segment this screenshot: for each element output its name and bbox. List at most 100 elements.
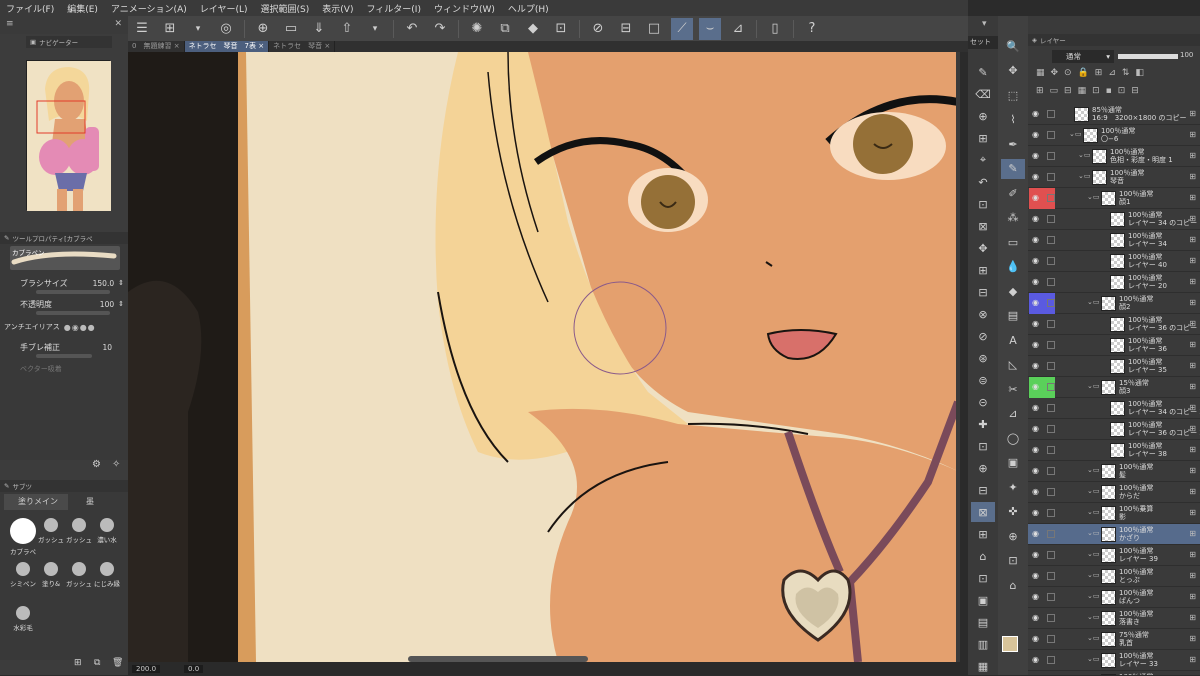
layer-row[interactable]: ◉ ⌄▭ 100％通常 琴音 ⊞ bbox=[1028, 167, 1200, 188]
canvas[interactable] bbox=[128, 52, 960, 662]
layer-row[interactable]: ◉ ⌄▭ 100％通常 顔1 ⊞ bbox=[1028, 188, 1200, 209]
blend-mode-select[interactable]: 通常 ▾ bbox=[1052, 50, 1114, 63]
operation-icon[interactable]: ✜ bbox=[1001, 502, 1025, 522]
quick-access-icon[interactable]: ⊡ bbox=[971, 194, 995, 214]
brush-preset[interactable]: ガッシュ bbox=[64, 560, 94, 596]
quick-access-icon[interactable]: ▣ bbox=[971, 590, 995, 610]
open-folder-icon[interactable]: ▭ bbox=[280, 18, 302, 40]
quick-access-icon[interactable]: ⊠ bbox=[971, 502, 995, 522]
layer-property-icon[interactable]: ⊞ bbox=[1189, 277, 1196, 286]
layer-lock-box[interactable] bbox=[1047, 383, 1055, 391]
quick-access-icon[interactable]: ⊕ bbox=[971, 106, 995, 126]
chevron-down-icon[interactable]: ▾ bbox=[982, 19, 987, 29]
layer-row[interactable]: ◉ 100％通常 レイヤー 36 のコピー ⊞ bbox=[1028, 314, 1200, 335]
folder-icon[interactable]: ⌄▭ bbox=[1078, 151, 1090, 159]
menu-item[interactable]: 選択範囲(S) bbox=[261, 2, 310, 15]
layer-property-icon[interactable]: ⊞ bbox=[1189, 214, 1196, 223]
quick-access-icon[interactable]: ▦ bbox=[971, 656, 995, 676]
layer-lock-box[interactable] bbox=[1047, 446, 1055, 454]
selection-icon[interactable]: ⬚ bbox=[1001, 85, 1025, 105]
layer-lock-box[interactable] bbox=[1047, 593, 1055, 601]
transform-icon[interactable]: ⊡ bbox=[550, 18, 572, 40]
visibility-eye-icon[interactable]: ◉ bbox=[1032, 257, 1042, 265]
eyedropper-icon[interactable]: ✦ bbox=[1001, 477, 1025, 497]
crop-icon[interactable]: ⊟ bbox=[615, 18, 637, 40]
layer-lock-box[interactable] bbox=[1047, 467, 1055, 475]
folder-icon[interactable]: ⌄▭ bbox=[1087, 487, 1099, 495]
gradient-icon[interactable]: ▤ bbox=[1001, 306, 1025, 326]
move-layer-icon[interactable]: ⊕ bbox=[1001, 526, 1025, 546]
layer-row[interactable]: ◉ 100％通常 レイヤー 35 ⊞ bbox=[1028, 356, 1200, 377]
quick-access-icon[interactable]: ⊞ bbox=[971, 260, 995, 280]
quick-access-icon[interactable]: ⊝ bbox=[971, 392, 995, 412]
layer-property-icon[interactable]: ⊞ bbox=[1189, 319, 1196, 328]
zoom-icon[interactable]: 🔍 bbox=[1001, 36, 1025, 56]
layer-row[interactable]: ◉ 100％通常 レイヤー 34 のコピー ⊞ bbox=[1028, 209, 1200, 230]
antialias-row[interactable]: アンチエイリアス ●◉●● bbox=[4, 318, 124, 336]
folder-icon[interactable]: ⌄▭ bbox=[1087, 193, 1099, 201]
quick-access-icon[interactable]: ⊟ bbox=[971, 282, 995, 302]
pencil-icon[interactable]: ✎ bbox=[1001, 158, 1025, 179]
visibility-eye-icon[interactable]: ◉ bbox=[1032, 467, 1042, 475]
navigator-thumbnail[interactable] bbox=[26, 60, 111, 211]
fill-icon[interactable]: ◆ bbox=[522, 18, 544, 40]
new-canvas-icon[interactable]: ⊞ bbox=[159, 18, 181, 40]
new-file-icon[interactable]: ⊕ bbox=[252, 18, 274, 40]
quick-access-icon[interactable]: ⊞ bbox=[971, 128, 995, 148]
copy-icon[interactable]: ⧉ bbox=[494, 18, 516, 40]
layer-property-icon[interactable]: ⊞ bbox=[1189, 466, 1196, 475]
layer-row[interactable]: ◉ ⌄▭ 100％乗算影 ⊞ bbox=[1028, 503, 1200, 524]
menu-item[interactable]: 表示(V) bbox=[322, 2, 353, 15]
snap-ruler-icon[interactable]: ⟋ bbox=[671, 17, 693, 40]
layer-row[interactable]: ◉ ⌄▭ 100％通常 色相・彩度・明度 1 ⊞ bbox=[1028, 146, 1200, 167]
quick-access-icon[interactable]: ✚ bbox=[971, 414, 995, 434]
brush-preset[interactable]: 水彩毛 bbox=[8, 604, 38, 640]
layer-property-icon[interactable]: ⊞ bbox=[1189, 151, 1196, 160]
balloon-icon[interactable]: ◯ bbox=[1001, 428, 1025, 448]
figure-icon[interactable]: ⊿ bbox=[1001, 404, 1025, 424]
visibility-eye-icon[interactable]: ◉ bbox=[1032, 110, 1042, 118]
stabilization-slider[interactable] bbox=[36, 354, 92, 358]
quick-access-icon[interactable]: ▤ bbox=[971, 612, 995, 632]
visibility-eye-icon[interactable]: ◉ bbox=[1032, 362, 1042, 370]
layer-property-icon[interactable]: ⊞ bbox=[1189, 361, 1196, 370]
layer-property-icon[interactable]: ⊞ bbox=[1189, 298, 1196, 307]
layer-lock-box[interactable] bbox=[1047, 635, 1055, 643]
folder-icon[interactable]: ⌄▭ bbox=[1087, 613, 1099, 621]
folder-icon[interactable]: ⌄▭ bbox=[1087, 655, 1099, 663]
layer-lock-box[interactable] bbox=[1047, 404, 1055, 412]
folder-icon[interactable]: ⌄▭ bbox=[1087, 298, 1099, 306]
layer-property-icon[interactable]: ⊞ bbox=[1189, 109, 1196, 118]
layer-row[interactable]: ◉ ⌄▭ 15％通常 顔3 ⊞ bbox=[1028, 377, 1200, 398]
quick-access-icon[interactable]: ✎ bbox=[971, 62, 995, 82]
layer-property-icon[interactable]: ⊞ bbox=[1189, 340, 1196, 349]
quick-access-icon[interactable]: ⊡ bbox=[971, 568, 995, 588]
folder-icon[interactable]: ⌄▭ bbox=[1069, 130, 1081, 138]
visibility-eye-icon[interactable]: ◉ bbox=[1032, 173, 1042, 181]
folder-icon[interactable]: ⌄▭ bbox=[1087, 529, 1099, 537]
layer-lock-box[interactable] bbox=[1047, 173, 1055, 181]
layer-row[interactable]: ◉ ⌄▭ 100％通常 レイヤー 33 ⊞ bbox=[1028, 650, 1200, 671]
menu-item[interactable]: ファイル(F) bbox=[6, 2, 54, 15]
layer-lock-box[interactable] bbox=[1047, 236, 1055, 244]
menu-item[interactable]: レイヤー(L) bbox=[200, 2, 248, 15]
layer-row[interactable]: ◉ 100％通常 レイヤー 34 のコピー 2 ⊞ bbox=[1028, 398, 1200, 419]
layer-opacity-value[interactable]: 100 bbox=[1180, 51, 1193, 59]
folder-icon[interactable]: ⌄▭ bbox=[1087, 634, 1099, 642]
layer-row[interactable]: ◉ 85％通常 16:9 3200×1800 のコピー ⊞ bbox=[1028, 104, 1200, 125]
fill-icon[interactable]: ◆ bbox=[1001, 281, 1025, 301]
layer-lock-box[interactable] bbox=[1047, 341, 1055, 349]
visibility-eye-icon[interactable]: ◉ bbox=[1032, 236, 1042, 244]
wrench-icon[interactable]: ✧ bbox=[112, 459, 120, 470]
layer-lock-box[interactable] bbox=[1047, 488, 1055, 496]
frame-icon[interactable]: ◺ bbox=[1001, 355, 1025, 375]
close-icon[interactable]: × bbox=[322, 42, 330, 50]
export-icon[interactable]: ⇧ bbox=[336, 18, 358, 40]
layer-lock-box[interactable] bbox=[1047, 656, 1055, 664]
quick-access-icon[interactable]: ⊘ bbox=[971, 326, 995, 346]
visibility-eye-icon[interactable]: ◉ bbox=[1032, 551, 1042, 559]
layer-lock-box[interactable] bbox=[1047, 530, 1055, 538]
layer-lock-box[interactable] bbox=[1047, 152, 1055, 160]
document-tab[interactable]: ネトラセ 琴音 7表 × bbox=[184, 41, 270, 52]
layer-lock-box[interactable] bbox=[1047, 110, 1055, 118]
